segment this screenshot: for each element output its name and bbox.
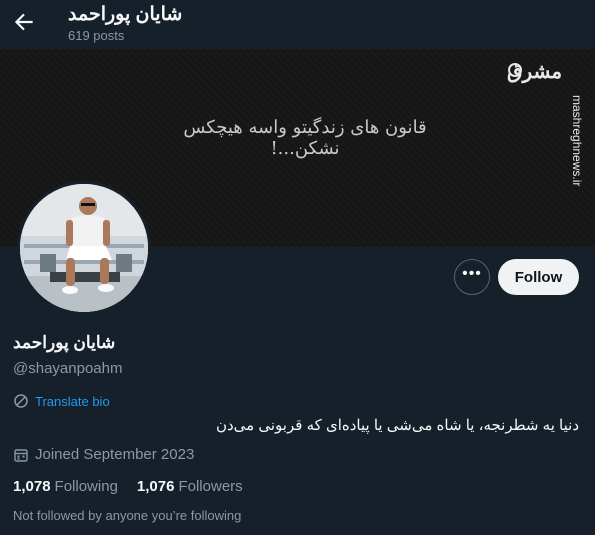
watermark-site: mashreghnews.ir — [570, 95, 584, 187]
user-handle: @shayanpoahm — [13, 360, 123, 377]
follow-button[interactable]: Follow — [498, 259, 579, 295]
not-followed-note: Not followed by anyone you’re following — [13, 508, 242, 523]
more-options-button[interactable]: ••• — [454, 259, 490, 295]
follow-stats: 1,078 Following 1,076 Followers — [13, 478, 243, 495]
calendar-icon — [14, 448, 28, 462]
top-bar: شایان پوراحمد 619 posts — [0, 0, 595, 49]
following-link[interactable]: 1,078 Following — [13, 478, 118, 495]
joined-text: Joined September 2023 — [35, 446, 195, 463]
following-label: Following — [54, 478, 118, 495]
following-count: 1,078 — [13, 478, 51, 495]
followers-label: Followers — [178, 478, 243, 495]
arrow-left-icon — [14, 13, 33, 31]
avatar-person-illustration — [20, 184, 148, 312]
post-count: 619 posts — [68, 28, 125, 43]
header-name: شایان پوراحمد — [68, 4, 183, 25]
joined-date: Joined September 2023 — [13, 446, 194, 463]
translate-icon — [14, 394, 28, 408]
back-button[interactable] — [11, 9, 37, 35]
translate-bio-link[interactable]: Translate bio — [13, 393, 110, 409]
followers-count: 1,076 — [136, 478, 175, 495]
banner-quote: قانون های زندگیتو واسه هیچکس نشکن...! — [183, 117, 427, 159]
avatar[interactable] — [17, 181, 151, 315]
display-name: شایان پوراحمد — [13, 333, 116, 352]
translate-bio-label: Translate bio — [35, 393, 110, 409]
avatar-photo — [20, 184, 148, 312]
watermark-logo: مشرق — [507, 59, 563, 83]
followers-link[interactable]: 1,076 Followers — [137, 478, 243, 495]
bio-text: دنیا یه شطرنجه، یا شاه می‌شی یا پیاده‌ای… — [215, 417, 579, 434]
more-options-icon: ••• — [462, 265, 482, 282]
